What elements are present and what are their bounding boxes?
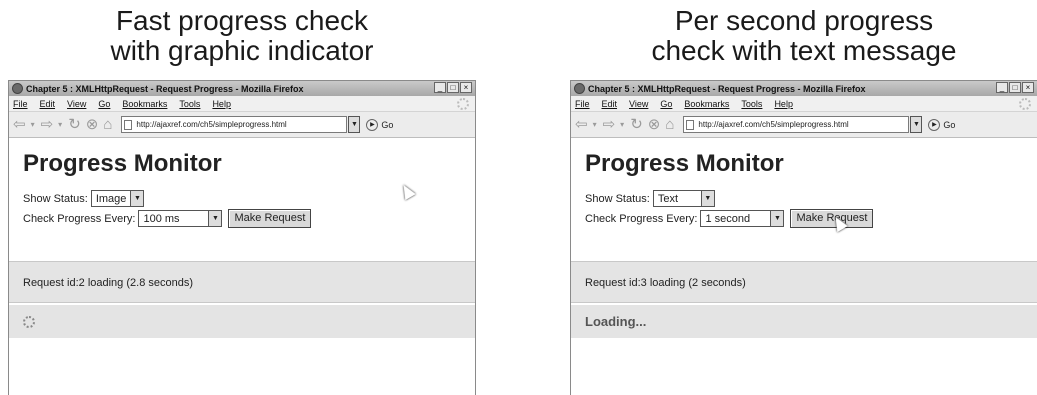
show-status-label: Show Status:: [23, 192, 88, 205]
chevron-down-icon[interactable]: ▼: [208, 211, 222, 226]
show-status-row: Show Status: Text ▼: [585, 190, 715, 207]
check-progress-label: Check Progress Every:: [23, 212, 136, 225]
browser-window: Chapter 5 : XMLHttpRequest - Request Pro…: [570, 80, 1037, 395]
menu-tools[interactable]: Tools: [179, 99, 200, 109]
menu-view[interactable]: View: [629, 99, 648, 109]
minimize-button[interactable]: _: [434, 82, 446, 93]
show-status-select[interactable]: Image ▼: [90, 190, 145, 207]
url-text: http://ajaxref.com/ch5/simpleprogress.ht…: [698, 120, 849, 129]
go-icon[interactable]: ▶: [928, 118, 941, 131]
navigation-toolbar: ⇦ ▾ ⇨ ▾ ↻ ⊗ ⌂ http://ajaxref.com/ch5/sim…: [9, 112, 475, 138]
navigation-toolbar: ⇦ ▾ ⇨ ▾ ↻ ⊗ ⌂ http://ajaxref.com/ch5/sim…: [571, 112, 1037, 138]
firefox-logo-icon: [574, 83, 585, 94]
loading-text: Loading...: [585, 314, 647, 329]
page-icon: [686, 119, 695, 130]
make-request-button[interactable]: Make Request: [228, 209, 312, 228]
progress-indicator: [9, 305, 475, 338]
spinner-icon: [23, 315, 35, 328]
menu-help[interactable]: Help: [212, 99, 231, 109]
go-icon[interactable]: ▶: [366, 118, 379, 131]
title-bar: Chapter 5 : XMLHttpRequest - Request Pro…: [571, 81, 1037, 96]
forward-dropdown-icon[interactable]: ▾: [620, 115, 624, 135]
title-bar: Chapter 5 : XMLHttpRequest - Request Pro…: [9, 81, 475, 96]
menu-bookmarks[interactable]: Bookmarks: [122, 99, 167, 109]
check-progress-row: Check Progress Every: 100 ms ▼ Make Requ…: [23, 209, 312, 228]
menu-view[interactable]: View: [67, 99, 86, 109]
url-dropdown-button[interactable]: ▼: [348, 116, 361, 133]
menu-edit[interactable]: Edit: [40, 99, 56, 109]
window-title: Chapter 5 : XMLHttpRequest - Request Pro…: [26, 83, 304, 94]
firefox-logo-icon: [12, 83, 23, 94]
check-progress-select[interactable]: 100 ms ▼: [138, 210, 223, 227]
show-status-row: Show Status: Image ▼: [23, 190, 145, 207]
caption: Per second progress check with text mess…: [570, 6, 1037, 66]
page-content: Progress Monitor Show Status: Text ▼ Che…: [571, 138, 1037, 395]
reload-icon[interactable]: ↻: [630, 115, 643, 135]
url-dropdown-button[interactable]: ▼: [910, 116, 923, 133]
back-dropdown-icon[interactable]: ▾: [593, 115, 597, 135]
go-button[interactable]: Go: [943, 120, 955, 130]
status-message: Request id:2 loading (2.8 seconds): [9, 261, 475, 303]
menu-edit[interactable]: Edit: [602, 99, 618, 109]
check-progress-value: 100 ms: [143, 212, 180, 225]
page-title: Progress Monitor: [585, 150, 784, 177]
caption: Fast progress check with graphic indicat…: [8, 6, 476, 66]
back-icon[interactable]: ⇦: [13, 115, 26, 135]
menu-bar: File Edit View Go Bookmarks Tools Help: [571, 96, 1037, 112]
show-status-label: Show Status:: [585, 192, 650, 205]
chevron-down-icon[interactable]: ▼: [130, 191, 144, 206]
menu-file[interactable]: File: [13, 99, 28, 109]
throbber-icon: [1019, 98, 1031, 110]
minimize-button[interactable]: _: [996, 82, 1008, 93]
show-status-select[interactable]: Text ▼: [652, 190, 715, 207]
stop-icon[interactable]: ⊗: [86, 115, 99, 135]
throbber-icon: [457, 98, 469, 110]
stop-icon[interactable]: ⊗: [648, 115, 661, 135]
window-title: Chapter 5 : XMLHttpRequest - Request Pro…: [588, 83, 866, 94]
go-button[interactable]: Go: [381, 120, 393, 130]
status-message: Request id:3 loading (2 seconds): [571, 261, 1037, 303]
caption-line-2: check with text message: [651, 35, 957, 66]
menu-tools[interactable]: Tools: [741, 99, 762, 109]
back-icon[interactable]: ⇦: [575, 115, 588, 135]
left-panel: Fast progress check with graphic indicat…: [8, 0, 476, 395]
page-icon: [124, 119, 133, 130]
chevron-down-icon[interactable]: ▼: [700, 191, 714, 206]
home-icon[interactable]: ⌂: [103, 115, 112, 135]
page-content: Progress Monitor Show Status: Image ▼ Ch…: [9, 138, 475, 395]
page-title: Progress Monitor: [23, 150, 222, 177]
mouse-pointer-icon: [398, 181, 416, 201]
menu-help[interactable]: Help: [774, 99, 793, 109]
browser-window: Chapter 5 : XMLHttpRequest - Request Pro…: [8, 80, 476, 395]
forward-icon[interactable]: ⇨: [41, 115, 54, 135]
menu-bar: File Edit View Go Bookmarks Tools Help: [9, 96, 475, 112]
close-button[interactable]: ×: [1022, 82, 1034, 93]
menu-go[interactable]: Go: [660, 99, 672, 109]
show-status-value: Image: [95, 192, 127, 205]
menu-bookmarks[interactable]: Bookmarks: [684, 99, 729, 109]
check-progress-value: 1 second: [705, 212, 751, 225]
close-button[interactable]: ×: [460, 82, 472, 93]
maximize-button[interactable]: □: [447, 82, 459, 93]
caption-line-1: Per second progress: [674, 5, 934, 36]
home-icon[interactable]: ⌂: [665, 115, 674, 135]
url-input[interactable]: http://ajaxref.com/ch5/simpleprogress.ht…: [683, 116, 910, 133]
right-panel: Per second progress check with text mess…: [570, 0, 1037, 395]
back-dropdown-icon[interactable]: ▾: [31, 115, 35, 135]
url-input[interactable]: http://ajaxref.com/ch5/simpleprogress.ht…: [121, 116, 348, 133]
check-progress-select[interactable]: 1 second ▼: [700, 210, 785, 227]
menu-go[interactable]: Go: [98, 99, 110, 109]
menu-file[interactable]: File: [575, 99, 590, 109]
loading-area: Loading...: [571, 305, 1037, 338]
maximize-button[interactable]: □: [1009, 82, 1021, 93]
caption-line-1: Fast progress check: [115, 5, 369, 36]
forward-icon[interactable]: ⇨: [603, 115, 616, 135]
forward-dropdown-icon[interactable]: ▾: [58, 115, 62, 135]
url-text: http://ajaxref.com/ch5/simpleprogress.ht…: [136, 120, 287, 129]
reload-icon[interactable]: ↻: [68, 115, 81, 135]
show-status-value: Text: [657, 192, 679, 205]
check-progress-label: Check Progress Every:: [585, 212, 698, 225]
chevron-down-icon[interactable]: ▼: [770, 211, 784, 226]
caption-line-2: with graphic indicator: [110, 35, 374, 66]
